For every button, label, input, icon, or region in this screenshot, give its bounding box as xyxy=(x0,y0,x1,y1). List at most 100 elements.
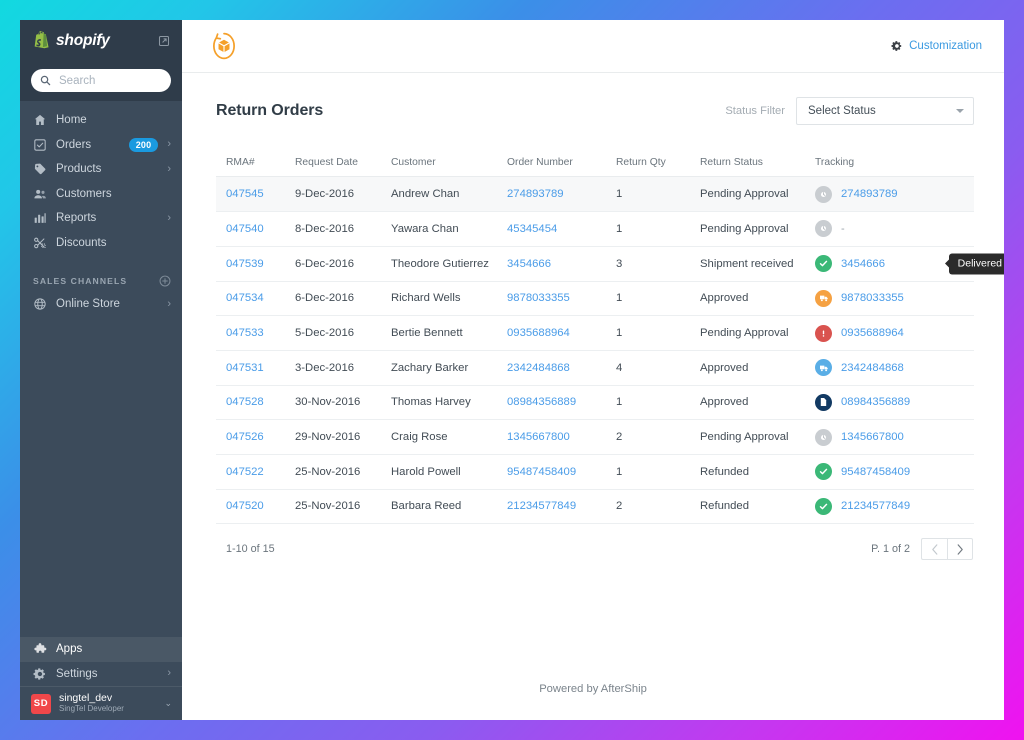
sidebar-item-reports[interactable]: Reports › xyxy=(20,206,182,231)
orders-checkbox-icon xyxy=(34,139,46,151)
return-qty: 1 xyxy=(616,292,623,305)
sidebar-item-settings[interactable]: Settings › xyxy=(20,662,182,687)
column-header-qty: Return Qty xyxy=(616,157,666,169)
customization-link[interactable]: Customization xyxy=(891,40,982,52)
chevron-right-icon: › xyxy=(167,162,171,175)
tag-icon xyxy=(34,163,46,175)
return-qty: 1 xyxy=(616,465,623,478)
tracking-link[interactable]: 1345667800 xyxy=(841,431,904,443)
bar-chart-icon xyxy=(34,213,46,224)
order-number-link[interactable]: 2342484868 xyxy=(507,362,570,374)
sidebar-item-online-store[interactable]: Online Store › xyxy=(20,292,182,317)
caret-down-icon xyxy=(956,108,964,113)
tracking-link[interactable]: 95487458409 xyxy=(841,466,910,478)
customer-name: Theodore Gutierrez xyxy=(391,257,489,270)
tracking-link[interactable]: 08984356889 xyxy=(841,396,910,408)
tracking-link[interactable]: 9878033355 xyxy=(841,292,904,304)
next-page-button[interactable] xyxy=(947,538,973,561)
status-filter-value: Select Status xyxy=(808,104,876,117)
tracking-link[interactable]: 3454666 xyxy=(841,258,885,270)
tracking-status-badge xyxy=(815,428,832,446)
order-number-link[interactable]: 21234577849 xyxy=(507,500,576,512)
return-qty: 1 xyxy=(616,396,623,409)
tracking-status-badge xyxy=(815,497,832,515)
sidebar-section-sales-channels: SALES CHANNELS xyxy=(20,270,182,292)
rma-link[interactable]: 047531 xyxy=(226,362,264,374)
rma-link[interactable]: 047526 xyxy=(226,431,264,443)
request-date: 3-Dec-2016 xyxy=(295,361,355,374)
return-orders-table: RMA# Request Date Customer Order Number … xyxy=(216,149,1004,525)
return-status: Pending Approval xyxy=(700,188,789,201)
rma-link[interactable]: 047534 xyxy=(226,292,264,304)
external-link-icon[interactable] xyxy=(158,35,170,47)
tracking-link[interactable]: 0935688964 xyxy=(841,327,904,339)
sidebar-label-settings: Settings xyxy=(56,667,98,680)
search-input[interactable] xyxy=(57,73,162,88)
table-row[interactable]: 047533 5-Dec-2016 Bertie Bennett 0935688964… xyxy=(216,316,974,351)
chevron-right-icon: › xyxy=(167,297,171,310)
sidebar-item-orders[interactable]: Orders 200 › xyxy=(20,133,182,158)
table-row[interactable]: 047520 25-Nov-2016 Barbara Reed 21234577849… xyxy=(216,490,974,525)
sidebar-item-discounts[interactable]: Discounts xyxy=(20,231,182,256)
table-row[interactable]: 047526 29-Nov-2016 Craig Rose 1345667800 2 Pe… xyxy=(216,420,974,455)
request-date: 8-Dec-2016 xyxy=(295,222,355,235)
previous-page-button[interactable] xyxy=(921,538,947,561)
user-account-switcher[interactable]: SD singtel_dev SingTel Developer ⌄ xyxy=(20,686,182,720)
tracking-empty: - xyxy=(841,222,845,235)
tracking-link[interactable]: 21234577849 xyxy=(841,500,910,512)
sidebar-item-apps[interactable]: Apps xyxy=(20,637,182,662)
order-number-link[interactable]: 95487458409 xyxy=(507,466,576,478)
search-box[interactable] xyxy=(31,69,171,92)
tracking-status-badge xyxy=(815,220,832,238)
order-number-link[interactable]: 1345667800 xyxy=(507,431,570,443)
sidebar-item-customers[interactable]: Customers xyxy=(20,182,182,207)
column-header-rma: RMA# xyxy=(226,157,255,169)
return-qty: 3 xyxy=(616,257,623,270)
sidebar-nav: Home Orders 200 › Products › Customers R… xyxy=(20,101,182,317)
order-number-link[interactable]: 0935688964 xyxy=(507,327,570,339)
order-number-link[interactable]: 9878033355 xyxy=(507,292,570,304)
sales-channels-label: SALES CHANNELS xyxy=(33,276,128,286)
app-window: shopify Search Home Orders 200 › Product… xyxy=(20,20,1004,720)
rma-link[interactable]: 047528 xyxy=(226,396,264,408)
content: Return Orders Status Filter Select Statu… xyxy=(182,73,1004,658)
pagination-controls xyxy=(921,538,973,561)
return-status: Refunded xyxy=(700,465,749,478)
status-filter-select[interactable]: Select Status xyxy=(796,96,974,125)
tracking-status-badge xyxy=(815,359,832,377)
table-row[interactable]: 047539 6-Dec-2016 Theodore Gutierrez 345466… xyxy=(216,247,1004,282)
tracking-status-badge xyxy=(815,324,832,342)
order-number-link[interactable]: 08984356889 xyxy=(507,396,576,408)
table-row[interactable]: 047531 3-Dec-2016 Zachary Barker 2342484868… xyxy=(216,351,974,386)
table-row[interactable]: 047522 25-Nov-2016 Harold Powell 9548745840… xyxy=(216,455,974,490)
rma-link[interactable]: 047539 xyxy=(226,258,264,270)
order-number-link[interactable]: 3454666 xyxy=(507,258,551,270)
sidebar-item-home[interactable]: Home xyxy=(20,108,182,133)
sidebar-label-products: Products xyxy=(56,163,102,176)
plus-circle-icon[interactable] xyxy=(159,275,171,287)
rma-link[interactable]: 047533 xyxy=(226,327,264,339)
return-qty: 1 xyxy=(616,188,623,201)
chevron-right-icon: › xyxy=(167,211,171,224)
rma-link[interactable]: 047545 xyxy=(226,188,264,200)
rma-link[interactable]: 047540 xyxy=(226,223,264,235)
main-area: Customization Return Orders Status Filte… xyxy=(182,20,1004,720)
return-status: Shipment received xyxy=(700,257,794,270)
table-row[interactable]: 047545 9-Dec-2016 Andrew Chan 274893789 1 Pen… xyxy=(216,177,974,213)
table-row[interactable]: 047528 30-Nov-2016 Thomas Harvey 0898435688… xyxy=(216,386,974,421)
rma-link[interactable]: 047520 xyxy=(226,500,264,512)
tracking-link[interactable]: 274893789 xyxy=(841,188,898,200)
table-row[interactable]: 047540 8-Dec-2016 Yawara Chan 45345454 1 Pend… xyxy=(216,212,974,247)
table-row[interactable]: 047534 6-Dec-2016 Richard Wells 9878033355 1… xyxy=(216,282,974,317)
order-number-link[interactable]: 274893789 xyxy=(507,188,564,200)
return-status: Pending Approval xyxy=(700,222,789,235)
sidebar-item-products[interactable]: Products › xyxy=(20,157,182,182)
request-date: 25-Nov-2016 xyxy=(295,500,361,513)
return-qty: 4 xyxy=(616,361,623,374)
table-footer: 1-10 of 15 P. 1 of 2 xyxy=(216,524,974,561)
rma-link[interactable]: 047522 xyxy=(226,466,264,478)
customization-label: Customization xyxy=(909,40,982,52)
shopify-brand[interactable]: shopify xyxy=(20,20,182,61)
tracking-link[interactable]: 2342484868 xyxy=(841,362,904,374)
order-number-link[interactable]: 45345454 xyxy=(507,223,557,235)
